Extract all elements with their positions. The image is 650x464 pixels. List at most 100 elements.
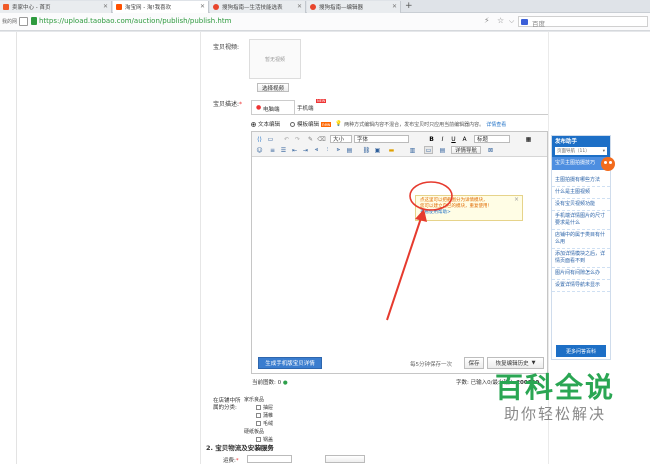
page-nav-select[interactable]: 页面导航（11） ▾ <box>555 147 607 155</box>
generate-mobile-button[interactable]: 生成手机版宝贝详情 <box>258 357 322 369</box>
new-tab-button[interactable]: + <box>405 1 413 11</box>
align-center-icon[interactable]: ⫶ <box>323 146 332 154</box>
close-icon[interactable]: ✕ <box>103 3 108 10</box>
radio-text-label: 文本编辑 <box>258 122 281 128</box>
page-nav-value: 页面导航（11） <box>557 149 590 154</box>
close-icon[interactable]: ✕ <box>200 3 205 10</box>
tab-seller-center[interactable]: 卖家中心 - 首页 ✕ <box>0 1 112 13</box>
align-left-icon[interactable]: ⫷ <box>312 146 321 154</box>
close-icon[interactable]: ✕ <box>392 3 397 10</box>
emoticon-icon[interactable]: ▬ <box>387 146 396 154</box>
url-text[interactable]: https://upload.taobao.com/auction/publis… <box>39 17 231 25</box>
format-brush-icon[interactable]: ✎ <box>306 135 315 143</box>
source-code-icon[interactable]: ⟨⟩ <box>255 135 264 143</box>
checkbox[interactable] <box>256 405 261 410</box>
category-group: 家乐良品 <box>244 397 265 403</box>
taobao-favicon-icon <box>116 4 122 10</box>
help-item[interactable]: 什么是主图视频 <box>552 187 610 199</box>
generate-mobile-label: 生成手机版宝贝详情 <box>265 361 315 367</box>
more-qa-button[interactable]: 更多问答百科 <box>556 345 606 357</box>
lightbulb-icon: 💡 <box>335 121 343 127</box>
description-label-text: 宝贝描述: <box>213 101 240 108</box>
image-icon[interactable]: ▣ <box>373 146 382 154</box>
unordered-list-icon[interactable]: ≡ <box>268 146 277 154</box>
star-icon[interactable]: ☆ <box>497 16 504 25</box>
new-freight-template-button[interactable] <box>325 455 365 463</box>
italic-icon[interactable]: I <box>438 135 447 143</box>
help-item[interactable]: 设置详情导航未显示 <box>552 280 610 292</box>
assistant-avatar[interactable] <box>601 157 615 171</box>
bold-icon[interactable]: B <box>427 135 436 143</box>
assistant-nav-row: 页面导航（11） ▾ <box>552 146 610 157</box>
help-item[interactable]: 主图拍摄有哪些方法 <box>552 175 610 187</box>
justify-icon[interactable]: ▤ <box>345 146 354 154</box>
store-category-label: 在店铺中所属的分类: <box>213 398 241 411</box>
save-button[interactable]: 保存 <box>464 357 484 369</box>
help-item[interactable]: 店铺中的属于类目有什么用 <box>552 230 610 249</box>
tab-pc[interactable]: ● 电脑端 <box>251 100 295 114</box>
font-family-select[interactable]: 字体 <box>354 135 409 143</box>
tab-taobao-publish[interactable]: 淘宝网 - 淘!我喜欢 ✕ <box>113 1 209 13</box>
align-right-icon[interactable]: ⫸ <box>334 146 343 154</box>
image-count: 当前图数: 0 ● <box>252 378 288 386</box>
tab-pc-label: 电脑端 <box>263 107 280 113</box>
redo-icon[interactable]: ↷ <box>293 135 302 143</box>
editor-mode-row: 文本编辑 模板编辑 new 💡 两种方式编辑内容不混合，发布宝贝时只应用当前编辑… <box>251 120 506 128</box>
preview-icon[interactable]: ▭ <box>266 135 275 143</box>
tab-sogou-guide-skills[interactable]: 搜狗指南—生活技能选表 ✕ <box>210 1 306 13</box>
editor-tip-text: 两种方式编辑内容不混合，发布宝贝时只应用当前编辑器内容。 <box>344 121 485 128</box>
category-item[interactable]: 蒲帷 <box>244 412 324 420</box>
indent-icon[interactable]: ⇥ <box>301 146 310 154</box>
close-icon[interactable]: × <box>514 196 519 203</box>
fullscreen-icon[interactable]: ⊠ <box>486 146 495 154</box>
freight-label: 运费:* <box>223 456 239 464</box>
help-item[interactable]: 添加详情模块之后，详情页面看不到 <box>552 249 610 268</box>
ordered-list-icon[interactable]: ☰ <box>279 146 288 154</box>
help-item[interactable]: 没有宝贝视频功能 <box>552 199 610 211</box>
video-label: 宝贝视频: <box>213 44 240 51</box>
autosave-text: 每5分钟保存一次 <box>410 362 452 368</box>
restore-history-select[interactable]: 恢复编辑历史 ▼ <box>487 357 544 369</box>
editor-toolbar: ⟨⟩ ▭ ↶ ↷ ✎ ⌫ 大小 字体 B I U A 标题 ▦ ☺ ≡ ☰ ⇤ … <box>252 132 547 157</box>
heading-select[interactable]: 标题 <box>474 135 510 143</box>
emoji-icon[interactable]: ☺ <box>255 146 264 154</box>
close-icon[interactable]: ✕ <box>297 3 302 10</box>
clear-format-icon[interactable]: ⌫ <box>317 135 326 143</box>
outdent-icon[interactable]: ⇤ <box>290 146 299 154</box>
undo-icon[interactable]: ↶ <box>282 135 291 143</box>
tip-detail-link[interactable]: 详情查看 <box>486 121 506 128</box>
browser-tab-bar: 卖家中心 - 首页 ✕ 淘宝网 - 淘!我喜欢 ✕ 搜狗指南—生活技能选表 ✕ … <box>0 0 650 13</box>
freight-template-select[interactable] <box>247 455 292 463</box>
category-item[interactable]: 抽屉 <box>244 404 324 412</box>
radio-module-editor[interactable] <box>290 121 296 127</box>
tab-sogou-guide-editor[interactable]: 搜狗指南—编辑器 ✕ <box>307 1 401 13</box>
detail-nav-label: 详情导航 <box>454 148 477 154</box>
save-module-icon[interactable]: ▤ <box>438 146 447 154</box>
category-item-label: 蒲帷 <box>263 413 274 419</box>
split-module-icon[interactable]: ▭ <box>424 146 433 154</box>
tab-label: 淘宝网 - 淘!我喜欢 <box>125 5 172 11</box>
select-video-button[interactable]: 选择视频 <box>257 83 289 92</box>
font-size-select[interactable]: 大小 <box>330 135 352 143</box>
search-box[interactable]: 百度 <box>518 16 648 28</box>
help-item[interactable]: 手机端详情图片的尺寸要求是什么 <box>552 211 610 230</box>
heading-value: 标题 <box>477 137 489 143</box>
bolt-icon[interactable]: ⚡ <box>484 16 490 25</box>
font-color-icon[interactable]: A <box>460 135 469 143</box>
category-item[interactable]: 毛绒 <box>244 420 324 428</box>
checkbox[interactable] <box>256 413 261 418</box>
assistant-title: 发布助手 <box>552 136 610 146</box>
chevron-down-icon[interactable]: ⌵ <box>509 17 514 26</box>
restore-history-label: 恢复编辑历史 <box>495 361 529 367</box>
checkbox[interactable] <box>256 421 261 426</box>
help-item[interactable]: 图片间有间隙怎么办 <box>552 268 610 280</box>
link-icon[interactable]: ⛓ <box>362 146 371 154</box>
tab-mobile[interactable]: 手机端 <box>297 104 314 112</box>
sogou-favicon-icon <box>310 4 316 10</box>
section-logistics-title: 2. 宝贝物流及安装服务 <box>206 444 274 452</box>
radio-text-editor[interactable] <box>251 121 256 127</box>
detail-nav-button[interactable]: 详情导航 <box>451 146 481 154</box>
table-icon[interactable]: ▦ <box>524 135 533 143</box>
module-icon[interactable]: ▥ <box>408 146 417 154</box>
underline-icon[interactable]: U <box>449 135 458 143</box>
